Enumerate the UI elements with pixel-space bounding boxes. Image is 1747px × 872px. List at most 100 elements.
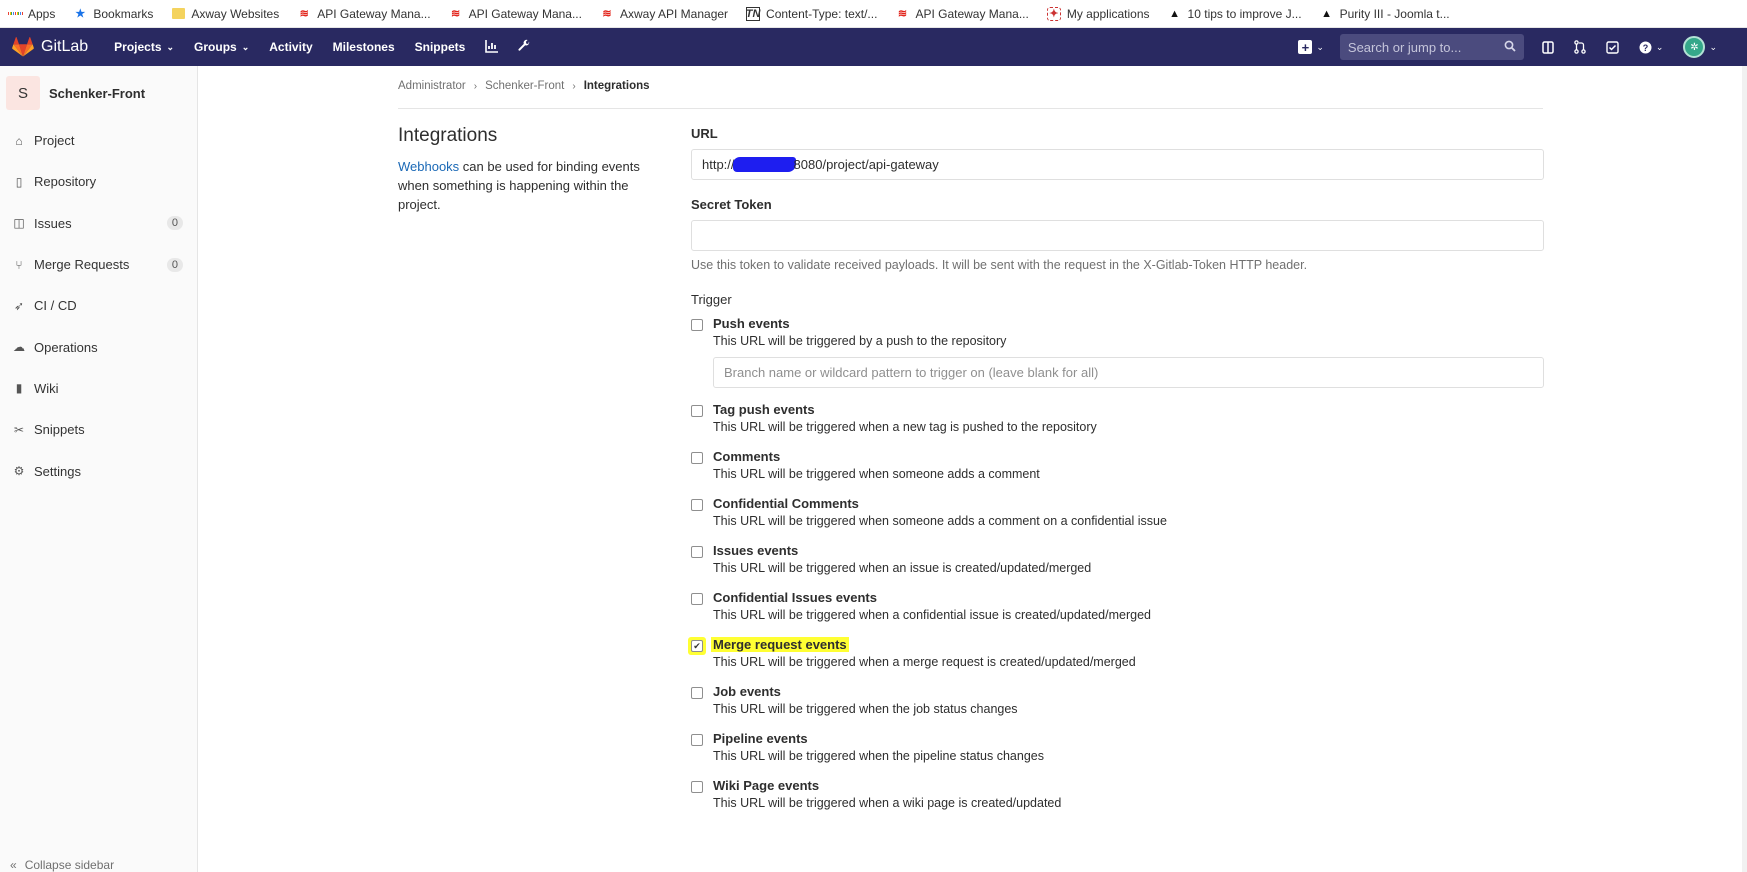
bookmark-label: Apps bbox=[28, 6, 56, 21]
nav-milestones[interactable]: Milestones bbox=[333, 40, 395, 54]
nav-projects[interactable]: Projects ⌄ bbox=[114, 40, 174, 54]
sidebar-item-project[interactable]: ⌂ Project bbox=[0, 120, 197, 161]
trigger-tag-push-events: Tag push events This URL will be trigger… bbox=[691, 402, 1544, 434]
sidebar-item-merge-requests[interactable]: ⑂ Merge Requests 0 bbox=[0, 244, 197, 285]
issues-count-badge: 0 bbox=[166, 216, 183, 231]
url-input[interactable]: http:// 8080/project/api-gateway bbox=[691, 149, 1544, 180]
bookmark-api-gateway-1[interactable]: ≋ API Gateway Mana... bbox=[297, 6, 431, 21]
sidebar-item-operations[interactable]: ☁ Operations bbox=[0, 326, 197, 367]
chart-icon[interactable] bbox=[485, 39, 499, 56]
axway-icon: ≋ bbox=[299, 8, 309, 20]
bookmarks-bar: Apps ★ Bookmarks Axway Websites ≋ API Ga… bbox=[0, 0, 1747, 28]
breadcrumb-item[interactable]: Administrator bbox=[398, 80, 466, 92]
sidebar-item-wiki[interactable]: ▮ Wiki bbox=[0, 368, 197, 409]
bookmark-apps[interactable]: Apps bbox=[8, 7, 55, 21]
wiki-page-events-checkbox[interactable] bbox=[691, 781, 703, 793]
navbar-right: + ⌄ Search or jump to... ? ⌄ ✲ ⌄ bbox=[1298, 28, 1747, 66]
webhooks-link[interactable]: Webhooks bbox=[398, 159, 459, 174]
sidebar-item-issues[interactable]: ◫ Issues 0 bbox=[0, 203, 197, 244]
sidebar-item-snippets[interactable]: ✂ Snippets bbox=[0, 409, 197, 450]
trigger-title: Tag push events bbox=[713, 402, 815, 417]
collapse-sidebar-button[interactable]: « Collapse sidebar bbox=[10, 858, 114, 872]
user-avatar[interactable]: ✲ bbox=[1683, 36, 1706, 58]
bookmark-label: API Gateway Mana... bbox=[915, 6, 1029, 21]
trigger-title: Pipeline events bbox=[713, 731, 808, 746]
todo-check-icon[interactable] bbox=[1606, 40, 1619, 54]
chevron-down-icon: ⌄ bbox=[166, 41, 175, 52]
project-header[interactable]: S Schenker-Front bbox=[0, 66, 197, 120]
secret-token-input[interactable] bbox=[691, 220, 1544, 251]
push-events-checkbox[interactable] bbox=[691, 319, 703, 331]
trigger-help: This URL will be triggered when a wiki p… bbox=[713, 796, 1062, 810]
home-icon: ⌂ bbox=[15, 133, 23, 148]
bookmark-10-tips[interactable]: ▲ 10 tips to improve J... bbox=[1168, 7, 1302, 21]
search-placeholder: Search or jump to... bbox=[1347, 39, 1462, 55]
tag-push-events-checkbox[interactable] bbox=[691, 405, 703, 417]
merge-request-icon[interactable] bbox=[1574, 40, 1586, 54]
chevron-down-icon: ⌄ bbox=[241, 41, 250, 52]
url-label: URL bbox=[691, 126, 718, 141]
bookmark-label: Purity III - Joomla t... bbox=[1339, 6, 1450, 21]
sidebar-item-settings[interactable]: ⚙ Settings bbox=[0, 450, 197, 491]
merge-request-icon: ⑂ bbox=[15, 257, 23, 272]
folder-icon bbox=[171, 8, 185, 19]
gitlab-logo[interactable]: GitLab bbox=[12, 37, 88, 57]
trigger-push-events: Push events This URL will be triggered b… bbox=[691, 316, 1544, 388]
bookmark-purity-iii[interactable]: ▲ Purity III - Joomla t... bbox=[1320, 6, 1450, 21]
bookmark-my-applications[interactable]: ✦ My applications bbox=[1046, 6, 1150, 21]
bookmark-label: 10 tips to improve J... bbox=[1187, 6, 1302, 21]
sidebar-item-ci-cd[interactable]: ➶ CI / CD bbox=[0, 285, 197, 326]
my-applications-icon: ✦ bbox=[1046, 6, 1061, 21]
trigger-confidential-issues-events: Confidential Issues events This URL will… bbox=[691, 590, 1544, 622]
bookmark-axway-websites[interactable]: Axway Websites bbox=[171, 7, 279, 21]
top-navbar: GitLab Projects ⌄ Groups ⌄ Activity Mile… bbox=[0, 28, 1747, 66]
new-item-plus-icon[interactable]: + bbox=[1298, 40, 1313, 54]
trigger-title: Comments bbox=[713, 449, 781, 464]
trigger-help: This URL will be triggered when a confid… bbox=[713, 608, 1151, 622]
trigger-job-events: Job events This URL will be triggered wh… bbox=[691, 684, 1544, 716]
bookmark-axway-api-manager[interactable]: ≋ Axway API Manager bbox=[600, 7, 728, 21]
bookmark-label: API Gateway Mana... bbox=[317, 6, 431, 21]
nav-snippets[interactable]: Snippets bbox=[415, 40, 466, 54]
issues-events-checkbox[interactable] bbox=[691, 546, 703, 558]
chevron-down-icon: ⌄ bbox=[1316, 41, 1324, 52]
search-input[interactable]: Search or jump to... bbox=[1339, 34, 1524, 60]
confidential-comments-checkbox[interactable] bbox=[691, 499, 703, 511]
sidebar-item-label: CI / CD bbox=[34, 298, 77, 314]
page-description: Webhooks can be used for binding events … bbox=[398, 157, 648, 214]
trigger-help: This URL will be triggered when someone … bbox=[713, 467, 1040, 481]
confidential-issues-events-checkbox[interactable] bbox=[691, 593, 703, 605]
sidebar-toggle-icon[interactable] bbox=[1542, 40, 1554, 54]
nav-groups[interactable]: Groups ⌄ bbox=[194, 40, 249, 54]
nav-activity[interactable]: Activity bbox=[269, 40, 312, 54]
breadcrumb-divider bbox=[398, 108, 1543, 109]
trigger-title: Job events bbox=[713, 684, 781, 699]
comments-checkbox[interactable] bbox=[691, 452, 703, 464]
bookmark-bookmarks[interactable]: ★ Bookmarks bbox=[73, 7, 153, 21]
page-scrollbar[interactable] bbox=[1742, 66, 1747, 872]
merge-requests-count-badge: 0 bbox=[166, 257, 183, 272]
trigger-help: This URL will be triggered by a push to … bbox=[713, 334, 1007, 348]
trigger-comments: Comments This URL will be triggered when… bbox=[691, 449, 1544, 481]
pipeline-events-checkbox[interactable] bbox=[691, 734, 703, 746]
merge-request-events-checkbox[interactable]: ✔ bbox=[691, 640, 703, 652]
trigger-title: Confidential Comments bbox=[713, 496, 859, 511]
bookmark-content-type[interactable]: TN Content-Type: text/... bbox=[746, 6, 877, 21]
axway-icon: ≋ bbox=[602, 8, 612, 20]
trigger-help: This URL will be triggered when someone … bbox=[713, 514, 1167, 528]
double-chevron-left-icon: « bbox=[10, 858, 17, 872]
bookmark-api-gateway-3[interactable]: ≋ API Gateway Mana... bbox=[895, 6, 1029, 21]
wrench-icon[interactable] bbox=[517, 39, 531, 56]
help-icon[interactable]: ? ⌄ bbox=[1639, 41, 1663, 54]
sidebar-item-repository[interactable]: ▯ Repository bbox=[0, 161, 197, 202]
breadcrumb-current[interactable]: Integrations bbox=[584, 80, 650, 92]
job-events-checkbox[interactable] bbox=[691, 687, 703, 699]
branch-filter-input[interactable]: Branch name or wildcard pattern to trigg… bbox=[713, 357, 1544, 388]
bookmark-api-gateway-2[interactable]: ≋ API Gateway Mana... bbox=[449, 7, 582, 21]
cloud-icon: ☁ bbox=[13, 340, 25, 355]
nav-milestones-label: Milestones bbox=[332, 40, 395, 54]
breadcrumb-item[interactable]: Schenker-Front bbox=[485, 80, 564, 92]
sidebar-item-label: Merge Requests bbox=[34, 257, 130, 273]
trigger-title: Issues events bbox=[713, 543, 799, 558]
page-title: Integrations bbox=[398, 125, 498, 146]
